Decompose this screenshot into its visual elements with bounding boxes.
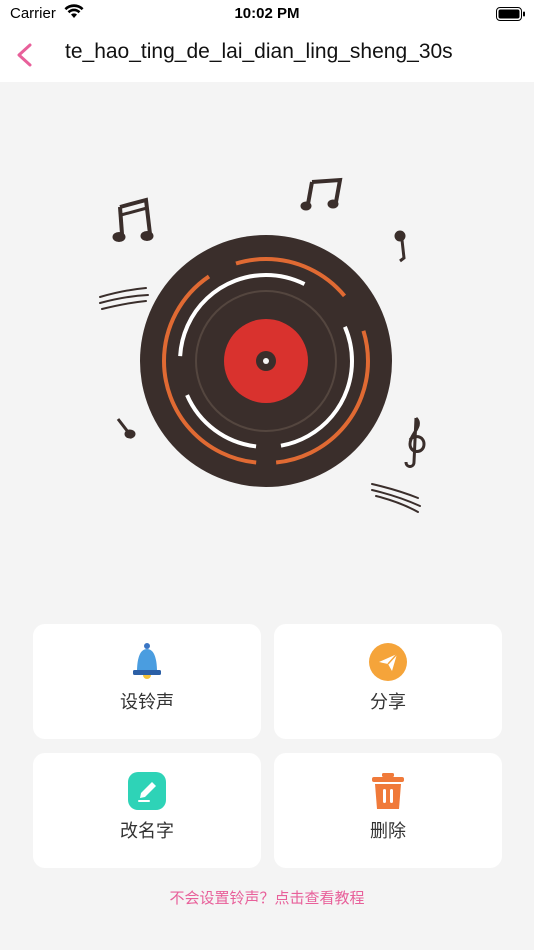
rename-button[interactable]: 改名字 bbox=[33, 753, 261, 868]
delete-label: 删除 bbox=[370, 821, 406, 842]
send-icon bbox=[369, 643, 407, 681]
note-icon bbox=[394, 230, 406, 263]
record-illustration bbox=[99, 177, 426, 513]
eighth-notes-icon bbox=[300, 177, 343, 211]
vinyl-record-icon bbox=[140, 235, 392, 487]
tutorial-link[interactable]: 不会设置铃声？点击查看教程 bbox=[0, 887, 534, 908]
treble-clef-icon bbox=[404, 416, 426, 468]
share-button[interactable]: 分享 bbox=[274, 624, 502, 739]
battery-icon bbox=[496, 7, 525, 21]
edit-icon bbox=[128, 772, 166, 810]
set-ringtone-button[interactable]: 设铃声 bbox=[33, 624, 261, 739]
set-ringtone-label: 设铃声 bbox=[120, 692, 174, 713]
share-label: 分享 bbox=[370, 692, 406, 713]
page-title: te_hao_ting_de_lai_dian_ling_sheng_30s bbox=[65, 40, 453, 63]
delete-button[interactable]: 删除 bbox=[274, 753, 502, 868]
back-chevron-icon[interactable] bbox=[12, 38, 42, 72]
trash-icon bbox=[372, 773, 404, 809]
small-note-icon bbox=[116, 418, 136, 439]
nav-bar: te_hao_ting_de_lai_dian_ling_sheng_30s bbox=[0, 28, 534, 82]
music-note-icon bbox=[112, 197, 154, 242]
rename-label: 改名字 bbox=[120, 821, 174, 842]
bell-icon bbox=[133, 643, 161, 679]
status-bar: Carrier 10:02 PM bbox=[0, 0, 534, 28]
clock: 10:02 PM bbox=[234, 5, 300, 22]
